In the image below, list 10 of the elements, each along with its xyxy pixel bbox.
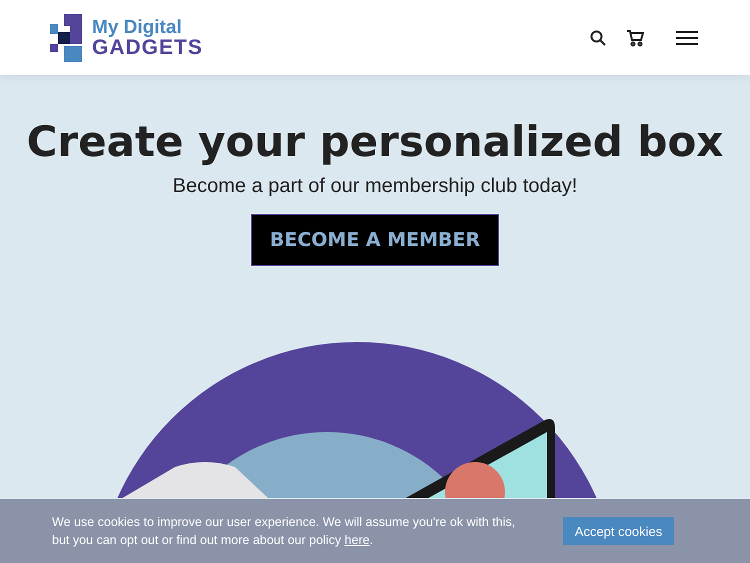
logo-text: My Digital: [92, 18, 183, 36]
hero-title: Create your personalized box: [26, 119, 724, 166]
policy-link[interactable]: here: [344, 533, 370, 547]
logo-text: GADGETS: [92, 36, 203, 58]
hero-subtitle: Become a part of our membership club today!: [172, 175, 578, 198]
become-member-button[interactable]: BECOME A MEMBER: [251, 214, 499, 266]
cookie-notice-text: We use cookies to improve our user experience. We will assume you're ok with this, but you can opt out or find out more about our policy here.: [52, 514, 516, 549]
accept-cookies-button[interactable]: Accept cookies: [563, 517, 674, 545]
logo-icon: [50, 14, 84, 62]
search-button[interactable]: [588, 28, 608, 48]
